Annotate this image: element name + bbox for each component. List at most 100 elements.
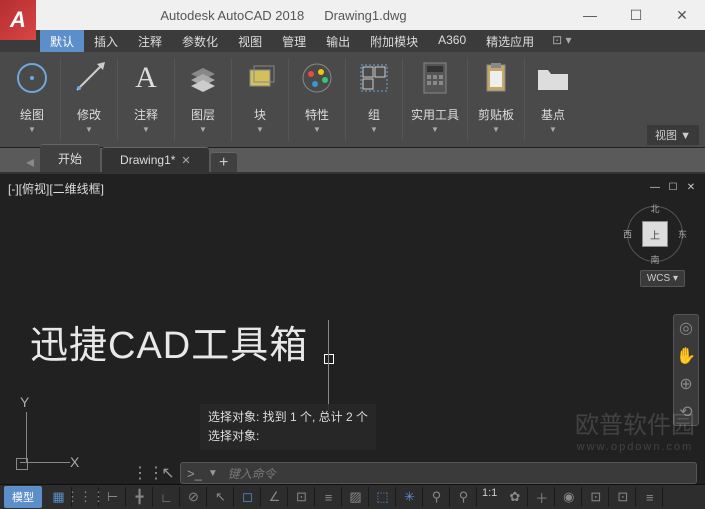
menu-output[interactable]: 输出 xyxy=(316,30,360,52)
cmdline-handle-icon[interactable]: ⋮⋮ xyxy=(140,465,156,481)
panel-base[interactable]: 基点 ▼ xyxy=(525,58,581,141)
command-input[interactable]: 键入命令 xyxy=(224,465,696,482)
chevron-down-icon: ▼ xyxy=(85,125,93,134)
folder-icon xyxy=(533,58,573,98)
menu-manage[interactable]: 管理 xyxy=(272,30,316,52)
orbit-icon[interactable]: ⟲ xyxy=(677,403,695,421)
annotation-add-icon[interactable]: ＋ xyxy=(529,487,555,507)
viewcube-east[interactable]: 东 xyxy=(678,228,687,241)
selection-cycling-toggle[interactable]: ⬚ xyxy=(370,487,396,507)
close-button[interactable]: ✕ xyxy=(659,0,705,30)
panel-layers[interactable]: 图层 ▼ xyxy=(175,58,232,141)
chevron-down-icon: ▼ xyxy=(256,125,264,134)
annotation-scale-icon[interactable]: ⚲ xyxy=(424,487,450,507)
window-title: Autodesk AutoCAD 2018Drawing1.dwg xyxy=(0,8,567,23)
customize-status-icon[interactable]: ≡ xyxy=(637,487,663,507)
tab-scroll-left-icon[interactable]: ◂ xyxy=(20,152,40,172)
ribbon-tabs: 默认 插入 注释 参数化 视图 管理 输出 附加模块 A360 精选应用 ⊡ ▾ xyxy=(0,30,705,52)
tab-close-icon[interactable]: ✕ xyxy=(181,155,190,167)
model-space-button[interactable]: 模型 xyxy=(4,486,42,508)
ribbon: 绘图 ▼ 修改 ▼ A 注释 ▼ 图层 ▼ 块 ▼ 特性 ▼ 组 ▼ 实用工具 … xyxy=(0,52,705,148)
minimize-button[interactable]: — xyxy=(567,0,613,30)
command-history-icon[interactable]: ▼ xyxy=(208,468,224,479)
viewport-minimize-icon[interactable]: — xyxy=(647,180,663,194)
maximize-button[interactable]: ☐ xyxy=(613,0,659,30)
hardware-accel-icon[interactable]: ◉ xyxy=(556,487,582,507)
ucs-x-axis: X xyxy=(70,454,79,470)
menu-a360[interactable]: A360 xyxy=(428,30,476,52)
workspace-switch-icon[interactable]: ✿ xyxy=(502,487,528,507)
ucs-y-axis: Y xyxy=(20,394,29,410)
text-icon: A xyxy=(126,58,166,98)
tab-drawing1[interactable]: Drawing1*✕ xyxy=(102,147,209,172)
otrack-toggle[interactable]: ⊡ xyxy=(289,487,315,507)
chevron-down-icon: ▼ xyxy=(549,125,557,134)
menu-default[interactable]: 默认 xyxy=(40,30,84,52)
panel-utilities[interactable]: 实用工具 ▼ xyxy=(403,58,468,141)
command-line[interactable]: >_ ▼ 键入命令 xyxy=(180,462,697,484)
infer-constraints-toggle[interactable]: ⊢ xyxy=(100,487,126,507)
chevron-down-icon: ▼ xyxy=(28,125,36,134)
menu-insert[interactable]: 插入 xyxy=(84,30,128,52)
tab-add-button[interactable]: + xyxy=(211,152,237,172)
cmdline-recent-icon[interactable]: ↖ xyxy=(160,465,176,481)
panel-clipboard[interactable]: 剪贴板 ▼ xyxy=(468,58,525,141)
chevron-down-icon: ▼ xyxy=(492,125,500,134)
drawing-text-object[interactable]: 迅捷CAD工具箱 xyxy=(30,314,308,369)
panel-draw[interactable]: 绘图 ▼ xyxy=(4,58,61,141)
3dosnap-toggle[interactable]: ∠ xyxy=(262,487,288,507)
dynamic-input-toggle[interactable]: ╋ xyxy=(127,487,153,507)
app-logo[interactable]: A xyxy=(0,0,36,40)
viewcube-north[interactable]: 北 xyxy=(650,202,659,215)
clean-screen-icon[interactable]: ⊡ xyxy=(610,487,636,507)
pickbox-cursor xyxy=(324,354,334,364)
isolate-objects-icon[interactable]: ⊡ xyxy=(583,487,609,507)
transparency-toggle[interactable]: ▨ xyxy=(343,487,369,507)
menu-featured[interactable]: 精选应用 xyxy=(476,30,544,52)
lineweight-toggle[interactable]: ≡ xyxy=(316,487,342,507)
panel-modify[interactable]: 修改 ▼ xyxy=(61,58,118,141)
zoom-extents-icon[interactable]: ⊕ xyxy=(677,375,695,393)
panel-block[interactable]: 块 ▼ xyxy=(232,58,289,141)
chevron-down-icon: ▼ xyxy=(313,125,321,134)
status-bar: 模型 ▦ ⋮⋮⋮ ⊢ ╋ ∟ ⊘ ↖ ◻ ∠ ⊡ ≡ ▨ ⬚ ✳ ⚲ ⚲ 1:1… xyxy=(0,484,705,509)
viewport-close-icon[interactable]: ✕ xyxy=(683,180,699,194)
viewcube[interactable]: 北 南 东 西 上 xyxy=(625,204,685,264)
menu-annotate[interactable]: 注释 xyxy=(128,30,172,52)
menu-parametric[interactable]: 参数化 xyxy=(172,30,228,52)
steering-wheel-icon[interactable]: ◎ xyxy=(677,319,695,337)
viewport-maximize-icon[interactable]: ☐ xyxy=(665,180,681,194)
menu-overflow-icon[interactable]: ⊡ ▾ xyxy=(544,30,579,52)
annotation-visibility-icon[interactable]: ⚲ xyxy=(451,487,477,507)
command-prompt-icon: >_ xyxy=(181,466,208,481)
document-tabs: ◂ 开始 Drawing1*✕ + xyxy=(0,148,705,174)
palette-icon xyxy=(297,58,337,98)
viewport-label[interactable]: [-][俯视][二维线框] xyxy=(8,180,104,197)
clipboard-icon xyxy=(476,58,516,98)
panel-group[interactable]: 组 ▼ xyxy=(346,58,403,141)
snap-toggle[interactable]: ⋮⋮⋮ xyxy=(73,487,99,507)
pan-icon[interactable]: ✋ xyxy=(677,347,695,365)
osnap-toggle[interactable]: ◻ xyxy=(235,487,261,507)
viewcube-south[interactable]: 南 xyxy=(650,253,659,266)
tab-start[interactable]: 开始 xyxy=(40,144,100,172)
calculator-icon xyxy=(415,58,455,98)
menu-addins[interactable]: 附加模块 xyxy=(360,30,428,52)
layers-icon xyxy=(183,58,223,98)
wcs-dropdown[interactable]: WCS ▾ xyxy=(640,270,685,287)
chevron-down-icon: ▼ xyxy=(199,125,207,134)
annotation-monitor-icon[interactable]: ✳ xyxy=(397,487,423,507)
scale-dropdown[interactable]: 1:1 xyxy=(478,487,501,507)
viewcube-west[interactable]: 西 xyxy=(623,228,632,241)
navigation-bar: ◎ ✋ ⊕ ⟲ xyxy=(673,314,699,426)
panel-annotate[interactable]: A 注释 ▼ xyxy=(118,58,175,141)
menu-view[interactable]: 视图 xyxy=(228,30,272,52)
circle-icon xyxy=(12,58,52,98)
ortho-toggle[interactable]: ∟ xyxy=(154,487,180,507)
isodraft-toggle[interactable]: ↖ xyxy=(208,487,234,507)
drawing-viewport[interactable]: [-][俯视][二维线框] — ☐ ✕ 北 南 东 西 上 WCS ▾ ◎ ✋ … xyxy=(0,174,705,484)
ribbon-view-dropdown[interactable]: 视图 ▼ xyxy=(647,125,699,145)
panel-properties[interactable]: 特性 ▼ xyxy=(289,58,346,141)
chevron-down-icon: ▼ xyxy=(370,125,378,134)
polar-toggle[interactable]: ⊘ xyxy=(181,487,207,507)
